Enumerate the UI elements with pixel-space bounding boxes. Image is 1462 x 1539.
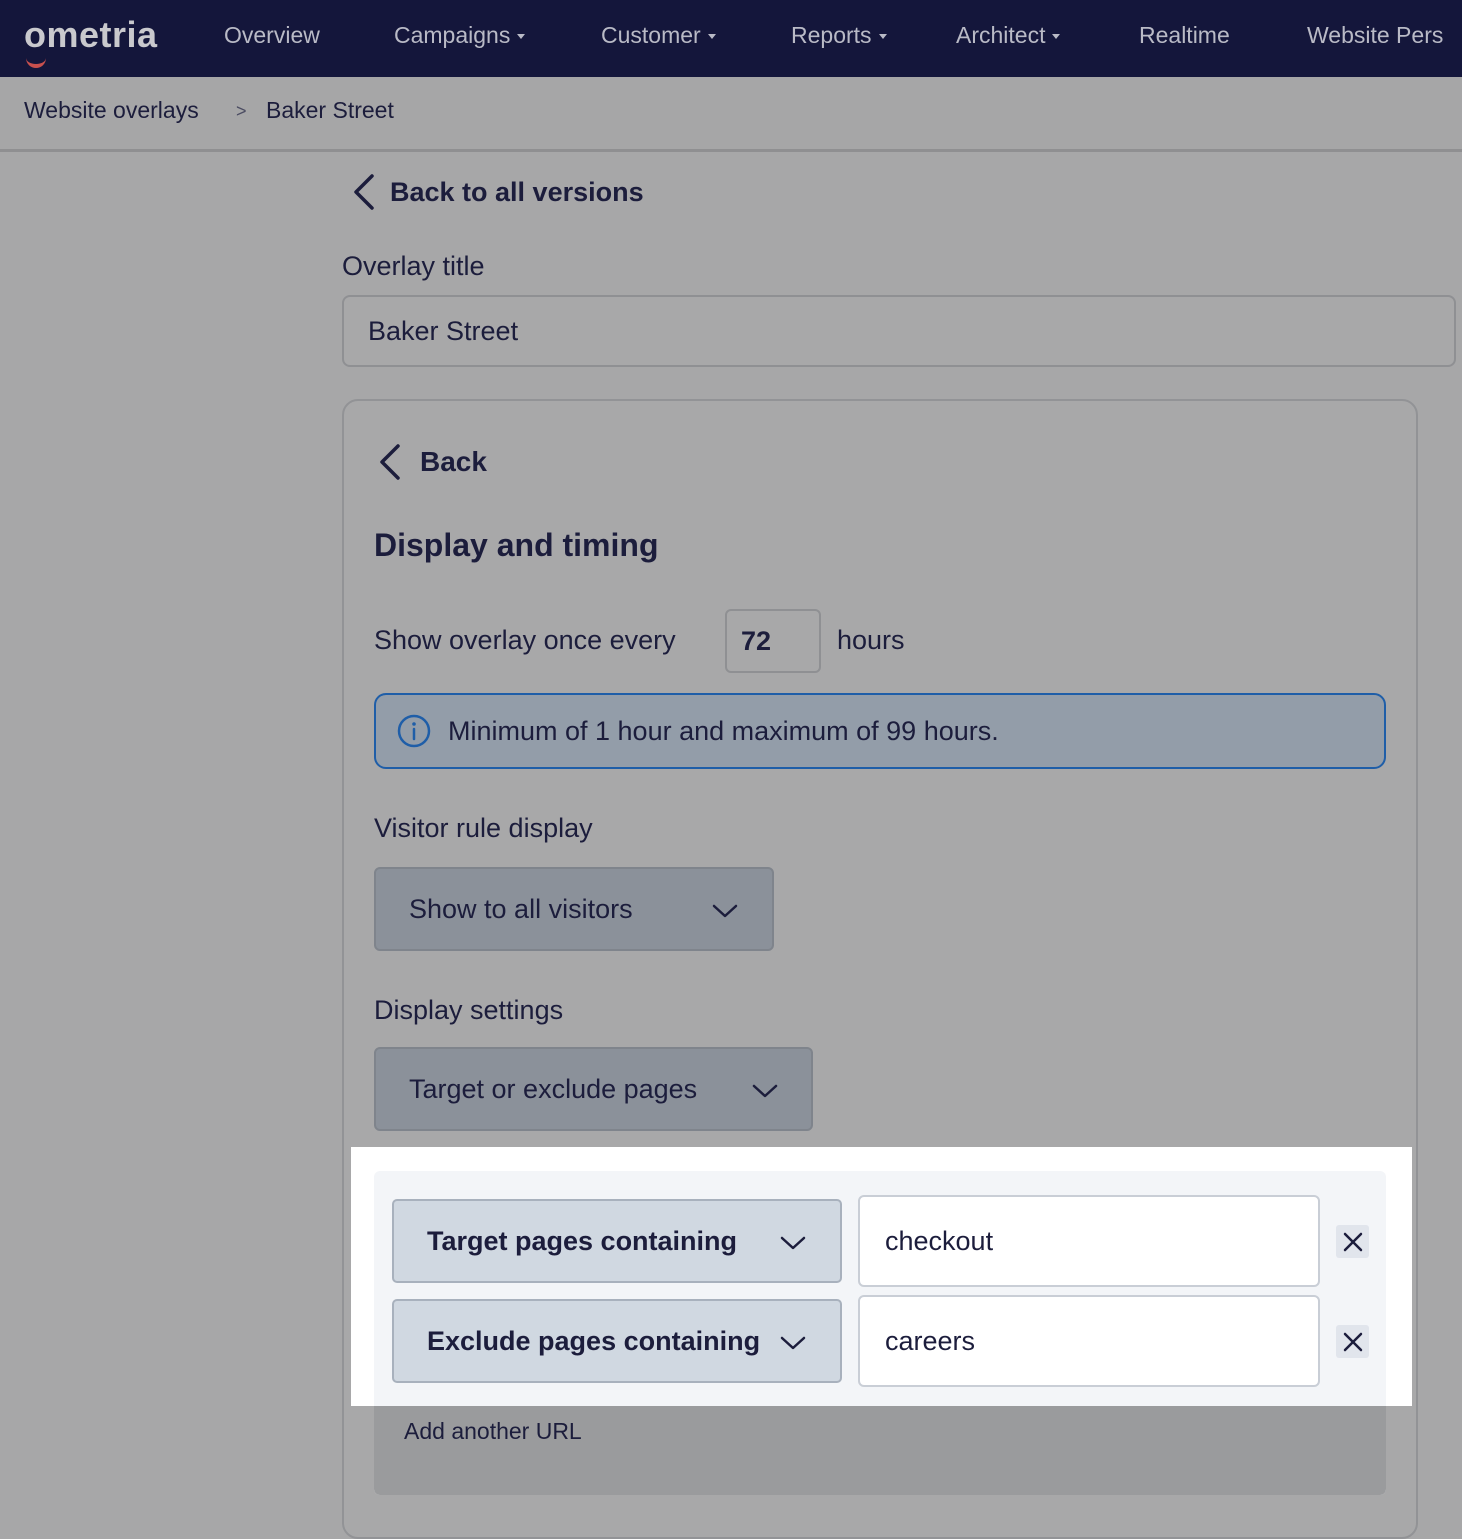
nav-campaigns[interactable]: Campaigns (394, 22, 526, 49)
rule-type-dropdown-exclude[interactable]: Exclude pages containing (392, 1299, 842, 1383)
caret-down-icon (517, 34, 526, 40)
section-title: Display and timing (374, 527, 659, 563)
close-icon (1343, 1232, 1362, 1251)
nav-item-label: Architect (956, 22, 1046, 48)
logo-text: ometria (24, 14, 158, 55)
add-another-url-button[interactable]: Add another URL (404, 1418, 582, 1445)
chevron-down-icon (780, 1336, 806, 1350)
info-text: Minimum of 1 hour and maximum of 99 hour… (448, 715, 999, 746)
visitor-rule-dropdown[interactable]: Show to all visitors (374, 867, 774, 951)
remove-rule-button[interactable] (1336, 1225, 1369, 1258)
visitor-rule-selected: Show to all visitors (409, 893, 633, 924)
breadcrumb-current: Baker Street (266, 97, 394, 123)
ometria-logo[interactable]: ometria (24, 14, 158, 68)
nav-item-label: Customer (601, 22, 701, 48)
breadcrumb-website-overlays[interactable]: Website overlays (24, 97, 199, 124)
rule-url-input-exclude[interactable] (858, 1295, 1320, 1387)
caret-down-icon (1052, 34, 1061, 40)
nav-item-label: Reports (791, 22, 872, 48)
visitor-rule-label: Visitor rule display (374, 813, 593, 843)
display-settings-dropdown[interactable]: Target or exclude pages (374, 1047, 813, 1131)
nav-customer[interactable]: Customer (601, 22, 716, 49)
info-message: Minimum of 1 hour and maximum of 99 hour… (374, 693, 1386, 769)
nav-reports[interactable]: Reports (791, 22, 887, 49)
overlay-title-input[interactable] (342, 295, 1456, 367)
nav-item-label: Website Pers (1307, 22, 1444, 48)
display-settings-label: Display settings (374, 995, 564, 1025)
nav-item-label: Realtime (1139, 22, 1230, 48)
rule-type-label: Exclude pages containing (427, 1325, 761, 1356)
top-navigation: ometria Overview Campaigns Customer Repo… (0, 0, 1462, 77)
nav-website-personalisation[interactable]: Website Pers (1307, 22, 1443, 49)
rule-type-dropdown-target[interactable]: Target pages containing (392, 1199, 842, 1283)
nav-realtime[interactable]: Realtime (1139, 22, 1230, 49)
close-icon (1343, 1332, 1362, 1351)
chevron-down-icon (780, 1236, 806, 1250)
back-button[interactable]: Back (378, 442, 487, 482)
logo-smile-icon (26, 56, 46, 68)
chevron-down-icon (752, 1084, 778, 1098)
frequency-suffix: hours (837, 625, 905, 655)
back-to-all-versions-label: Back to all versions (390, 176, 644, 207)
back-label: Back (420, 446, 487, 477)
nav-item-label: Campaigns (394, 22, 511, 48)
breadcrumb-separator: > (236, 101, 247, 121)
info-icon (397, 714, 431, 748)
rule-type-label: Target pages containing (427, 1225, 738, 1256)
hours-input[interactable] (725, 609, 821, 673)
back-to-all-versions-link[interactable]: Back to all versions (352, 172, 644, 212)
nav-overview[interactable]: Overview (224, 22, 320, 49)
caret-down-icon (878, 34, 887, 40)
chevron-down-icon (712, 904, 738, 918)
rule-url-input-target[interactable] (858, 1195, 1320, 1287)
nav-item-label: Overview (224, 22, 320, 48)
caret-down-icon (707, 34, 716, 40)
overlay-title-label: Overlay title (342, 251, 485, 281)
chevron-left-icon (380, 444, 400, 480)
breadcrumb: Website overlays > Baker Street (0, 77, 1462, 152)
nav-architect[interactable]: Architect (956, 22, 1061, 49)
frequency-prefix: Show overlay once every (374, 625, 676, 655)
chevron-left-icon (354, 174, 374, 210)
display-settings-selected: Target or exclude pages (409, 1073, 698, 1104)
remove-rule-button[interactable] (1336, 1325, 1369, 1358)
